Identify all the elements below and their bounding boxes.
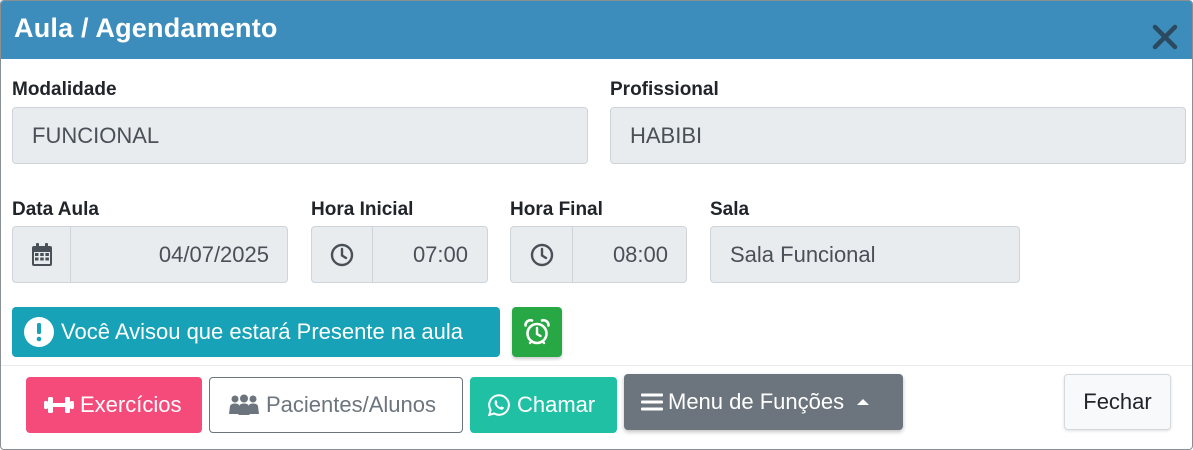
hora-final-field[interactable]: 08:00 [510, 226, 687, 283]
data-aula-field[interactable]: 04/07/2025 [12, 226, 288, 283]
modal-dialog: Aula / Agendamento Modalidade FUNCIONAL … [0, 0, 1193, 450]
data-aula-label: Data Aula [12, 199, 99, 220]
presence-button[interactable]: Você Avisou que estará Presente na aula [12, 307, 500, 357]
sala-value: Sala Funcional [730, 242, 876, 267]
menu-funcoes-button[interactable]: Menu de Funções [624, 374, 903, 430]
sala-field[interactable]: Sala Funcional [710, 226, 1020, 283]
hora-final-label: Hora Final [510, 199, 603, 220]
data-aula-addon [13, 227, 71, 282]
modal-header: Aula / Agendamento [1, 1, 1192, 59]
profissional-field[interactable]: HABIBI [610, 107, 1186, 164]
exercicios-button[interactable]: Exercícios [26, 377, 202, 433]
hora-inicial-value: 07:00 [412, 242, 468, 267]
bars-icon [641, 392, 663, 412]
modalidade-value: FUNCIONAL [32, 123, 160, 148]
info-circle-icon [24, 317, 54, 347]
profissional-label: Profissional [610, 79, 719, 100]
alarm-button[interactable] [512, 307, 562, 357]
modalidade-field[interactable]: FUNCIONAL [12, 107, 588, 164]
dumbbell-icon [44, 394, 74, 416]
hora-final-addon [511, 227, 573, 282]
pacientes-label: Pacientes/Alunos [266, 392, 436, 417]
profissional-value: HABIBI [630, 123, 703, 148]
users-icon [228, 394, 260, 416]
exercicios-label: Exercícios [80, 392, 182, 417]
footer-divider [1, 365, 1192, 366]
clock-icon [530, 243, 553, 266]
close-button[interactable] [1149, 21, 1181, 53]
hora-final-value: 08:00 [612, 242, 668, 267]
hora-inicial-label: Hora Inicial [311, 199, 414, 220]
alarm-clock-icon [524, 318, 550, 345]
fechar-label: Fechar [1083, 389, 1152, 414]
chamar-button[interactable]: Chamar [470, 377, 617, 433]
clock-icon [330, 243, 354, 266]
data-aula-value: 04/07/2025 [158, 242, 269, 267]
modalidade-label: Modalidade [12, 79, 117, 100]
calendar-icon [31, 242, 52, 266]
fechar-button[interactable]: Fechar [1064, 374, 1171, 430]
sala-label: Sala [710, 199, 750, 220]
chamar-label: Chamar [517, 392, 596, 417]
pacientes-button[interactable]: Pacientes/Alunos [209, 377, 463, 433]
caret-up-icon [857, 398, 870, 406]
menu-funcoes-label: Menu de Funções [668, 389, 845, 414]
hora-inicial-addon [312, 227, 373, 282]
close-icon [1152, 24, 1178, 50]
whatsapp-icon [487, 393, 511, 417]
hora-inicial-field[interactable]: 07:00 [311, 226, 488, 283]
modal-title: Aula / Agendamento [14, 13, 278, 43]
presence-label: Você Avisou que estará Presente na aula [61, 319, 463, 344]
